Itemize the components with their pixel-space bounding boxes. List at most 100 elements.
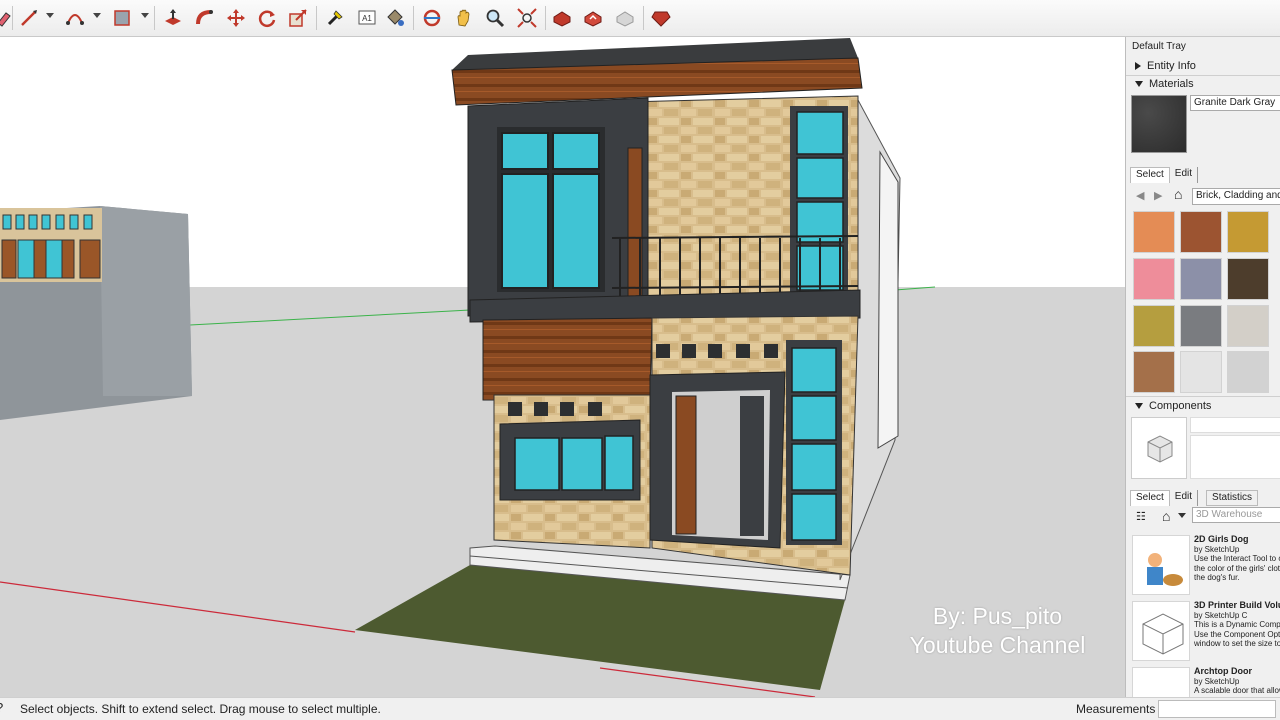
component-description-field[interactable]: [1190, 435, 1280, 479]
component-name: 2D Girls Dog: [1194, 535, 1249, 544]
toolbar-divider: [154, 6, 155, 30]
entity-info-label: Entity Info: [1147, 59, 1196, 72]
component-thumbnail: [1132, 667, 1190, 697]
material-swatch[interactable]: [1133, 305, 1175, 347]
expanded-triangle-icon: [1135, 80, 1143, 87]
neighbour-building: [0, 206, 192, 420]
material-swatch[interactable]: [1227, 211, 1269, 253]
component-name: 3D Printer Build Volume: [1194, 601, 1280, 610]
lower-right-window-glass: [791, 347, 837, 541]
zoom-extents-icon[interactable]: [514, 5, 540, 31]
follow-me-icon[interactable]: [192, 5, 218, 31]
toolbar-divider: [413, 6, 414, 30]
material-swatch[interactable]: [1180, 258, 1222, 300]
component-desc: This is a Dynamic Component.: [1194, 620, 1280, 629]
component-desc: Use the Component Options: [1194, 629, 1280, 639]
home-icon[interactable]: ⌂: [1174, 186, 1182, 202]
move-icon[interactable]: [223, 5, 249, 31]
cube-icon: [1147, 435, 1173, 463]
material-swatch[interactable]: [1227, 258, 1269, 300]
bay-window-glass: [514, 435, 634, 491]
material-swatch[interactable]: [1227, 351, 1269, 393]
material-swatch[interactable]: [1133, 351, 1175, 393]
materials-tabs: Select Edit: [1130, 167, 1199, 183]
component-list-item[interactable]: 2D Girls Dog by SketchUp Use the Interac…: [1130, 535, 1280, 599]
home-icon[interactable]: ⌂: [1162, 508, 1170, 524]
component-name: Archtop Door: [1194, 667, 1252, 676]
tape-measure-icon[interactable]: [322, 5, 348, 31]
girl-dog-icon: [1147, 553, 1183, 586]
text-tool-icon[interactable]: A1: [354, 5, 380, 31]
channel-credit: By: Pus_pito Youtube Channel: [880, 602, 1115, 660]
ruby-icon[interactable]: [648, 5, 674, 31]
push-pull-icon[interactable]: [160, 5, 186, 31]
status-message: Select objects. Shift to extend select. …: [20, 702, 381, 716]
component-name-field[interactable]: [1190, 417, 1280, 433]
arc-tool-dropdown-icon[interactable]: [93, 13, 101, 18]
status-icon: ?: [0, 700, 3, 715]
line-tool-dropdown-icon[interactable]: [46, 13, 54, 18]
tray-title: Default Tray: [1132, 41, 1186, 52]
line-tool-icon[interactable]: [16, 5, 42, 31]
zoom-icon[interactable]: [482, 5, 508, 31]
text-tool-glyph: A1: [362, 14, 372, 23]
current-material-preview[interactable]: [1131, 95, 1187, 153]
component-author: by SketchUp: [1194, 544, 1240, 554]
rectangle-tool-icon[interactable]: [109, 5, 135, 31]
toolbar-divider: [643, 6, 644, 30]
components-tab-statistics[interactable]: Statistics: [1206, 490, 1259, 506]
component-desc: the dog's fur.: [1194, 573, 1240, 582]
components-tabs: Select Edit Statistics: [1130, 490, 1259, 506]
warehouse-search-input[interactable]: 3D Warehouse: [1192, 507, 1280, 523]
component-share-icon[interactable]: [612, 5, 638, 31]
components-label: Components: [1149, 399, 1212, 412]
components-tab-edit[interactable]: Edit: [1170, 490, 1199, 506]
material-collection-select[interactable]: Brick, Cladding and Siding: [1192, 188, 1280, 205]
materials-tab-select[interactable]: Select: [1130, 167, 1170, 183]
component-list-item[interactable]: 3D Printer Build Volume by SketchUp C Th…: [1130, 601, 1280, 665]
dropdown-arrow-icon[interactable]: [1178, 513, 1186, 518]
arc-tool-icon[interactable]: [62, 5, 88, 31]
status-bar: ? Select objects. Shift to extend select…: [0, 697, 1280, 720]
component-desc: A scalable door that allows: [1194, 686, 1280, 695]
paint-bucket-icon[interactable]: [382, 5, 408, 31]
model-viewport[interactable]: By: Pus_pito Youtube Channel: [0, 37, 1125, 697]
component-thumbnail: [1132, 535, 1190, 595]
rotate-icon[interactable]: [254, 5, 280, 31]
share-model-icon[interactable]: [580, 5, 606, 31]
material-name-field[interactable]: Granite Dark Gray: [1190, 95, 1280, 111]
material-swatch[interactable]: [1180, 351, 1222, 393]
materials-tab-edit[interactable]: Edit: [1170, 167, 1199, 183]
printer-volume-icon: [1142, 613, 1184, 655]
material-swatch[interactable]: [1227, 305, 1269, 347]
warehouse-icon[interactable]: [549, 5, 575, 31]
expanded-triangle-icon: [1135, 402, 1143, 409]
material-swatch[interactable]: [1180, 305, 1222, 347]
component-list-item[interactable]: Archtop Door by SketchUp A scalable door…: [1130, 667, 1280, 697]
measurements-input[interactable]: [1158, 700, 1276, 718]
credit-author: By: Pus_pito: [932, 603, 1063, 629]
collapsed-triangle-icon: [1135, 61, 1141, 70]
default-tray: Default Tray Entity Info Materials Grani…: [1125, 37, 1280, 697]
component-preview[interactable]: [1131, 417, 1187, 479]
forward-arrow-icon[interactable]: ▶: [1154, 189, 1162, 202]
components-header[interactable]: Components: [1126, 397, 1280, 414]
component-desc: the color of the girls' clothes or: [1194, 563, 1280, 573]
view-options-icon[interactable]: ☷: [1136, 510, 1146, 523]
materials-header[interactable]: Materials: [1126, 75, 1280, 92]
components-tab-select[interactable]: Select: [1130, 490, 1170, 506]
scale-icon[interactable]: [285, 5, 311, 31]
back-arrow-icon[interactable]: ◀: [1136, 189, 1144, 202]
component-desc: Use the Interact Tool to change: [1194, 554, 1280, 563]
orbit-icon[interactable]: [419, 5, 445, 31]
entity-info-header[interactable]: Entity Info: [1126, 57, 1280, 74]
wood-cladding: [482, 317, 653, 401]
pan-hand-icon[interactable]: [451, 5, 477, 31]
credit-channel: Youtube Channel: [909, 632, 1086, 658]
rectangle-tool-dropdown-icon[interactable]: [141, 13, 149, 18]
toolbar-divider: [545, 6, 546, 30]
material-swatch[interactable]: [1180, 211, 1222, 253]
material-swatch[interactable]: [1133, 211, 1175, 253]
material-swatch[interactable]: [1133, 258, 1175, 300]
scene-drawing: [0, 37, 1125, 697]
